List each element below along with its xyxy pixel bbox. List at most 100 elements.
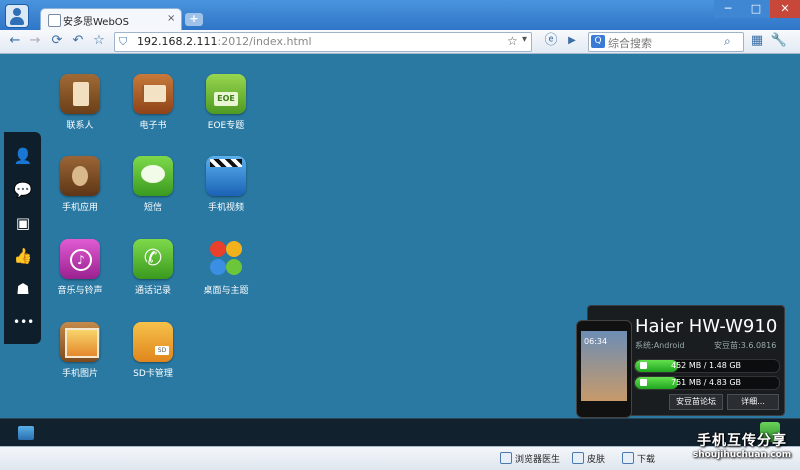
- thumbs-up-icon[interactable]: 👍: [13, 246, 33, 266]
- download-button[interactable]: 下载: [622, 452, 655, 465]
- skin-icon: [572, 452, 584, 464]
- app-label: 手机图片: [61, 369, 98, 379]
- search-placeholder: 综合搜索: [608, 37, 652, 50]
- tab-close-icon[interactable]: ×: [167, 13, 175, 24]
- app-label: SD卡管理: [133, 369, 173, 379]
- forward-icon[interactable]: →: [26, 32, 44, 50]
- sd-card-folder-icon: SD: [133, 322, 173, 362]
- skin-button[interactable]: 皮肤: [572, 452, 605, 465]
- browser-doctor-button[interactable]: 浏览器医生: [500, 452, 560, 465]
- app-label: 联系人: [66, 121, 94, 131]
- download-icon: [622, 452, 634, 464]
- device-system: 系统:Android: [635, 341, 685, 350]
- storage-bar-sd: 751 MB / 4.83 GB: [634, 376, 780, 390]
- memory-icon: [640, 362, 647, 369]
- browser-tab[interactable]: 安多思WebOS ×: [40, 8, 182, 31]
- tools-wrench-icon[interactable]: 🔧: [770, 32, 788, 50]
- app-label: 桌面与主题: [203, 286, 249, 296]
- add-contact-icon[interactable]: 👤: [13, 146, 33, 166]
- phone-image: 06:34: [576, 320, 632, 418]
- ebook-icon: [133, 74, 173, 114]
- app-label: 通话记录: [134, 286, 171, 296]
- sd-card-icon[interactable]: ▣: [13, 213, 33, 233]
- tab-title: 安多思WebOS: [63, 17, 130, 28]
- app-label: 短信: [143, 203, 162, 213]
- phone-apps-icon: [60, 156, 100, 196]
- search-engine-icon[interactable]: Q: [591, 35, 605, 48]
- security-shield-icon: ⛉: [119, 35, 128, 48]
- watermark-line1: 手机互传分享: [697, 433, 787, 449]
- browser-doctor-label: 浏览器医生: [515, 455, 561, 465]
- storage-text: 452 MB / 1.48 GB: [671, 361, 742, 370]
- refresh-icon[interactable]: ⟳: [48, 32, 66, 50]
- sd-storage-icon: [640, 379, 647, 386]
- play-icon[interactable]: ▶: [563, 32, 581, 50]
- eoe-android-icon: EOE: [206, 74, 246, 114]
- extensions-grid-icon[interactable]: ▦: [748, 32, 766, 50]
- app-label: 手机应用: [61, 203, 98, 213]
- storage-bar-internal: 452 MB / 1.48 GB: [634, 359, 780, 373]
- download-label: 下载: [637, 455, 656, 465]
- watermark: 手机互传分享 shoujihuchuan.com: [688, 430, 796, 466]
- app-sms[interactable]: 短信: [118, 156, 188, 213]
- more-icon[interactable]: •••: [13, 312, 34, 332]
- app-ebook[interactable]: 电子书: [118, 74, 188, 131]
- page-favicon-icon: [48, 14, 61, 27]
- back-icon[interactable]: ←: [6, 32, 24, 50]
- device-name: Haier HW-W910: [635, 316, 778, 337]
- call-log-icon: ✆: [133, 239, 173, 279]
- app-phone-apps[interactable]: 手机应用: [45, 156, 115, 213]
- phone-screen: 06:34: [581, 331, 627, 401]
- music-icon: ♪: [60, 239, 100, 279]
- search-input[interactable]: Q 综合搜索 ⌕: [588, 32, 744, 52]
- forum-button[interactable]: 安豆苗论坛: [669, 394, 723, 410]
- browser-tab-bar: 安多思WebOS × + ─ □ ✕: [0, 0, 800, 31]
- app-video[interactable]: 手机视频: [191, 156, 261, 213]
- undo-icon[interactable]: ↶: [69, 32, 87, 50]
- qq-penguin-icon[interactable]: ☗: [13, 279, 33, 299]
- url-text: 192.168.2.111:2012/index.html: [137, 35, 312, 48]
- app-theme[interactable]: 桌面与主题: [191, 239, 261, 296]
- app-contacts[interactable]: 联系人: [45, 74, 115, 131]
- app-music[interactable]: ♪ 音乐与铃声: [45, 239, 115, 296]
- bookmark-star-icon[interactable]: ☆: [507, 34, 518, 48]
- app-label: 电子书: [139, 121, 167, 131]
- doctor-icon: [500, 452, 512, 464]
- window-maximize-button[interactable]: □: [742, 0, 770, 18]
- taskbar-window-icon[interactable]: [18, 426, 34, 440]
- favorite-star-icon[interactable]: ☆: [90, 32, 108, 50]
- app-sd-card[interactable]: SD SD卡管理: [118, 322, 188, 379]
- window-minimize-button[interactable]: ─: [714, 0, 742, 18]
- video-icon: [206, 156, 246, 196]
- device-version: 安豆苗:3.6.0816: [714, 341, 777, 350]
- sms-icon: [133, 156, 173, 196]
- chat-icon[interactable]: 💬: [13, 180, 33, 200]
- details-button[interactable]: 详细...: [727, 394, 779, 410]
- skin-label: 皮肤: [587, 455, 606, 465]
- left-dock: 👤 💬 ▣ 👍 ☗ •••: [4, 132, 41, 344]
- url-dropdown-icon[interactable]: ▾: [522, 34, 527, 45]
- user-avatar-icon[interactable]: [5, 4, 29, 28]
- new-tab-button[interactable]: +: [185, 13, 203, 26]
- app-label: 手机视频: [207, 203, 244, 213]
- app-photos[interactable]: 手机图片: [45, 322, 115, 379]
- app-label: EOE专题: [207, 121, 245, 131]
- app-label: 音乐与铃声: [57, 286, 103, 296]
- theme-icon: [206, 239, 246, 279]
- phone-clock: 06:34: [584, 337, 608, 346]
- url-host: 192.168.2.111: [137, 35, 218, 48]
- url-path: :2012/index.html: [217, 35, 312, 48]
- watermark-line2: shoujihuchuan.com: [692, 450, 792, 460]
- address-toolbar: ← → ⟳ ↶ ☆ ⛉ 192.168.2.111:2012/index.htm…: [0, 30, 800, 54]
- contacts-icon: [60, 74, 100, 114]
- storage-text: 751 MB / 4.83 GB: [671, 378, 742, 387]
- app-call-log[interactable]: ✆ 通话记录: [118, 239, 188, 296]
- app-eoe[interactable]: EOE EOE专题: [191, 74, 261, 131]
- ie-mode-icon[interactable]: ⓔ: [542, 32, 560, 50]
- browser-status-bar: 浏览器医生 皮肤 下载: [0, 446, 800, 470]
- address-input[interactable]: ⛉ 192.168.2.111:2012/index.html ☆ ▾: [114, 32, 532, 52]
- window-close-button[interactable]: ✕: [770, 0, 800, 18]
- search-icon[interactable]: ⌕: [724, 34, 731, 49]
- photos-icon: [60, 322, 100, 362]
- taskbar: [0, 418, 800, 447]
